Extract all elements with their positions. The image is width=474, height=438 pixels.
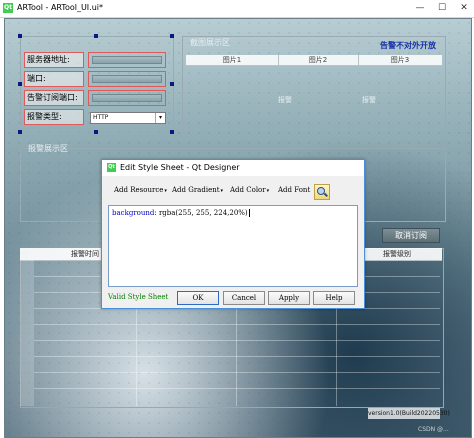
style-sheet-text: background: rgba(255, 255, 224,20%) (112, 209, 250, 217)
alarm-subscribe-port-input[interactable] (88, 90, 166, 106)
image-cell-1: 报警 (278, 96, 292, 104)
magnifier-icon[interactable] (314, 184, 330, 200)
image-table-header: 图片1 图片2 图片3 (186, 55, 442, 66)
add-gradient-button[interactable]: Add Gradient▾ (172, 186, 223, 194)
notify-label: 告警不对外开放 (380, 41, 436, 50)
add-font-button[interactable]: Add Font (278, 186, 310, 194)
image-group-title: 截图展示区 (190, 38, 230, 47)
add-gradient-label: Add Gradient (172, 186, 220, 194)
minimize-button[interactable]: — (412, 1, 428, 15)
header-alarm-level[interactable]: 报警级别 (372, 248, 422, 260)
image-group[interactable] (182, 36, 446, 136)
ok-button[interactable]: OK (177, 291, 219, 305)
css-value: rgba(255, 255, 224,20%) (158, 209, 248, 217)
qt-app-icon: Qt (3, 3, 13, 13)
server-address-label[interactable]: 服务器地址: (24, 52, 84, 68)
chevron-down-icon: ▾ (266, 188, 270, 194)
edit-style-sheet-dialog[interactable]: Qt Edit Style Sheet - Qt Designer Add Re… (101, 159, 365, 309)
alarm-type-value: HTTP (93, 114, 109, 121)
apply-button[interactable]: Apply (268, 291, 310, 305)
window-titlebar: Qt ARTool - ARTool_UI.ui* — ☐ ✕ (0, 0, 474, 18)
chevron-down-icon: ▾ (155, 113, 165, 123)
image-column-1: 图片1 (222, 56, 242, 64)
watermark: CSDN @... (418, 426, 449, 433)
server-address-input[interactable] (88, 52, 166, 68)
close-button[interactable]: ✕ (456, 1, 472, 15)
add-color-button[interactable]: Add Color▾ (230, 186, 269, 194)
port-input[interactable] (88, 71, 166, 87)
selection-handle[interactable] (170, 34, 174, 38)
validity-status: Valid Style Sheet (108, 293, 169, 301)
alarm-type-select[interactable]: HTTP ▾ (90, 112, 166, 124)
add-resource-label: Add Resource (114, 186, 164, 194)
image-column-3: 图片3 (390, 56, 410, 64)
style-sheet-editor[interactable]: background: rgba(255, 255, 224,20%) (108, 205, 358, 287)
alarm-subscribe-port-label[interactable]: 告警订阅端口: (24, 90, 84, 106)
chevron-down-icon: ▾ (164, 188, 167, 194)
window-title: ARTool - ARTool_UI.ui* (17, 3, 103, 12)
add-resource-button[interactable]: Add Resource▾ (114, 186, 167, 194)
css-property: background: (112, 209, 157, 217)
version-label: version1.0(Build20220530) (368, 408, 450, 419)
dialog-title: Edit Style Sheet - Qt Designer (120, 163, 240, 172)
dialog-titlebar: Qt Edit Style Sheet - Qt Designer (102, 160, 364, 176)
image-column-2: 图片2 (308, 56, 328, 64)
text-caret (248, 209, 250, 217)
image-cell-2: 报警 (362, 96, 376, 104)
alarm-type-label[interactable]: 报警类型: (24, 109, 84, 125)
alarm-group-title: 报警展示区 (28, 144, 68, 153)
selection-handle[interactable] (18, 130, 22, 134)
maximize-button[interactable]: ☐ (434, 1, 450, 15)
selection-handle[interactable] (170, 82, 174, 86)
row-header-gutter (20, 260, 34, 406)
selection-handle[interactable] (18, 34, 22, 38)
cancel-button[interactable]: Cancel (223, 291, 265, 305)
selection-handle[interactable] (94, 130, 98, 134)
chevron-down-icon: ▾ (220, 188, 224, 194)
selection-handle[interactable] (94, 34, 98, 38)
selection-handle[interactable] (170, 130, 174, 134)
selection-handle[interactable] (18, 82, 22, 86)
cancel-subscribe-button[interactable]: 取消订阅 (382, 228, 440, 243)
port-label[interactable]: 端口: (24, 71, 84, 87)
help-button[interactable]: Help (313, 291, 355, 305)
add-color-label: Add Color (230, 186, 266, 194)
qt-designer-icon: Qt (107, 163, 116, 172)
